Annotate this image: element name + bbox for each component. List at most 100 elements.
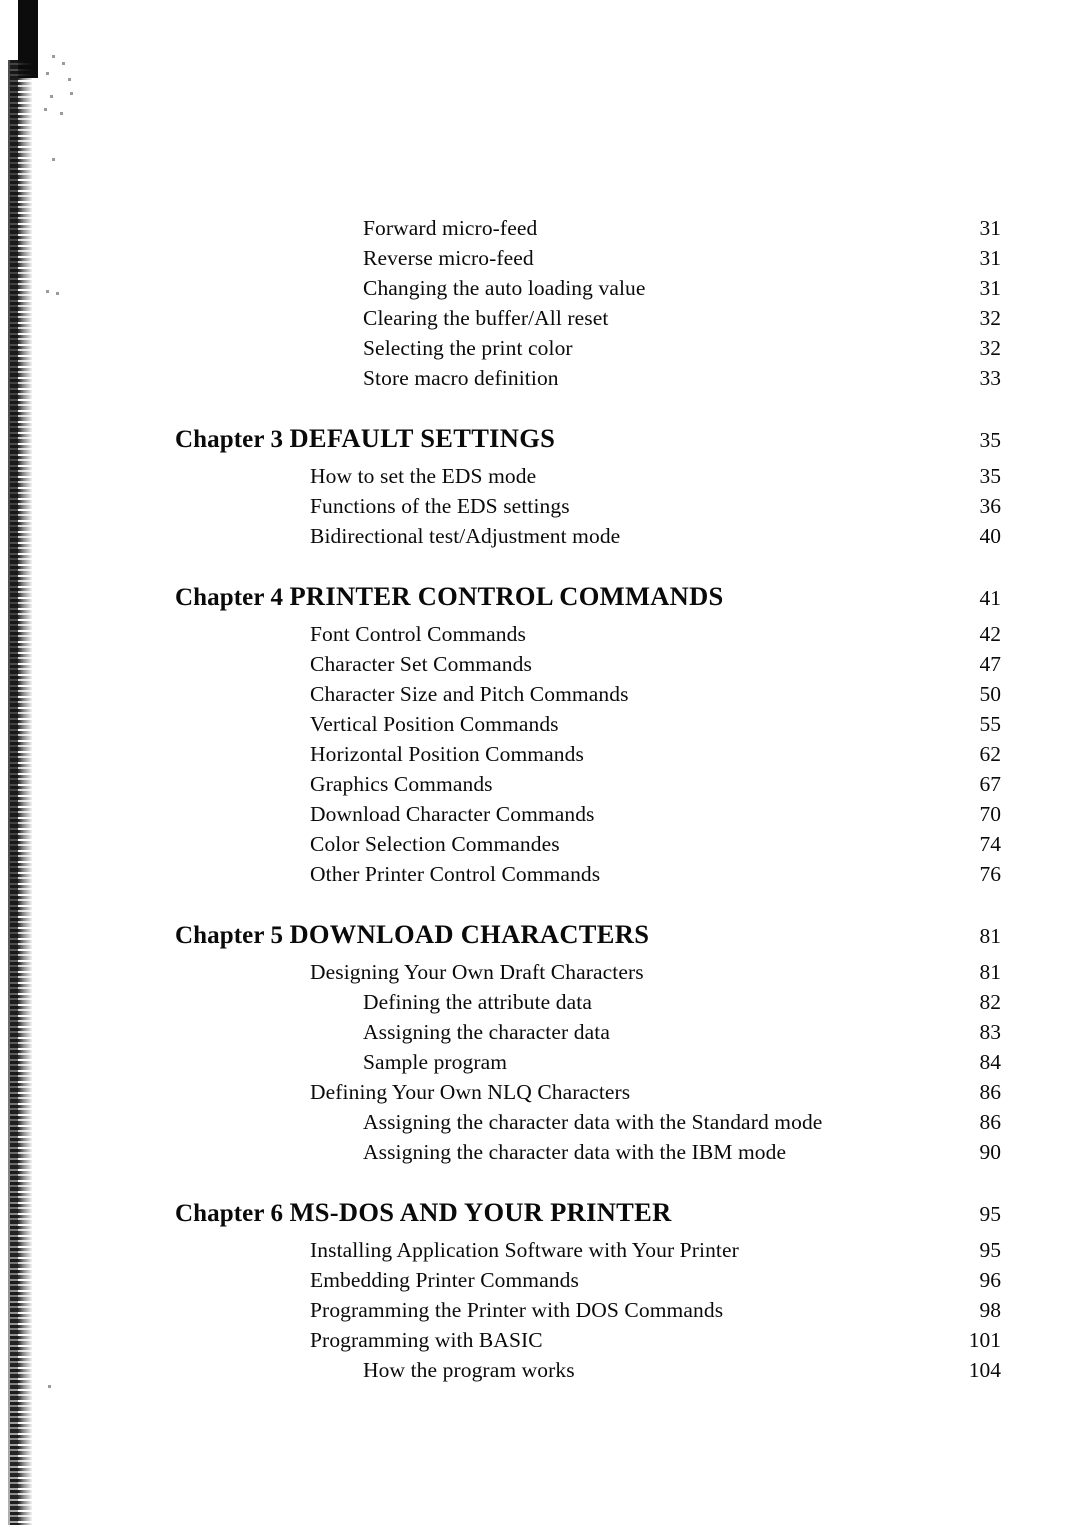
toc-entry-row[interactable]: Programming with BASIC 101 bbox=[175, 1325, 1001, 1355]
toc-page-number: 36 bbox=[979, 494, 1002, 518]
toc-page-number: 81 bbox=[979, 924, 1002, 948]
table-of-contents-list: Forward micro-feed 31 Reverse micro-feed 31… bbox=[175, 213, 1001, 1385]
chapter-title: MS-DOS AND YOUR PRINTER bbox=[289, 1197, 672, 1227]
chapter-number: Chapter 4 bbox=[175, 584, 284, 611]
toc-page-number: 83 bbox=[979, 1020, 1002, 1044]
toc-page-number: 31 bbox=[979, 246, 1002, 270]
toc-page-number: 67 bbox=[979, 772, 1002, 796]
toc-page-number: 81 bbox=[979, 960, 1002, 984]
toc-entry-row[interactable]: Font Control Commands 42 bbox=[175, 619, 1001, 649]
toc-entry-label: Selecting the print color bbox=[363, 336, 573, 360]
toc-page-number: 86 bbox=[979, 1110, 1002, 1134]
toc-page-number: 31 bbox=[979, 276, 1002, 300]
toc-entry-row[interactable]: Character Set Commands 47 bbox=[175, 649, 1001, 679]
toc-entry-row[interactable]: Horizontal Position Commands 62 bbox=[175, 739, 1001, 769]
toc-entry-row[interactable]: Download Character Commands 70 bbox=[175, 799, 1001, 829]
toc-entry-row[interactable]: Character Size and Pitch Commands 50 bbox=[175, 679, 1001, 709]
toc-page-number: 50 bbox=[979, 682, 1002, 706]
toc-page-number: 84 bbox=[979, 1050, 1002, 1074]
toc-entry-row[interactable]: Graphics Commands 67 bbox=[175, 769, 1001, 799]
scan-speck bbox=[46, 290, 49, 293]
scan-speck bbox=[48, 1385, 51, 1388]
toc-chapter-label: Chapter 3 DEFAULT SETTINGS bbox=[175, 417, 961, 461]
toc-page-number: 35 bbox=[979, 428, 1002, 452]
scan-speck bbox=[46, 72, 49, 75]
toc-chapter-label: Chapter 5 DOWNLOAD CHARACTERS bbox=[175, 913, 961, 957]
toc-page-number: 98 bbox=[979, 1298, 1002, 1322]
toc-entry-row[interactable]: Defining the attribute data 82 bbox=[175, 987, 1001, 1017]
scan-speck bbox=[50, 95, 53, 98]
toc-chapter-row[interactable]: Chapter 4 PRINTER CONTROL COMMANDS 41 bbox=[175, 575, 1001, 617]
toc-page-number: 96 bbox=[979, 1268, 1002, 1292]
toc-chapter-row[interactable]: Chapter 6 MS-DOS AND YOUR PRINTER 95 bbox=[175, 1191, 1001, 1233]
toc-entry-label: Installing Application Software with You… bbox=[310, 1238, 739, 1262]
toc-entry-row[interactable]: Assigning the character data with the St… bbox=[175, 1107, 1001, 1137]
toc-entry-row[interactable]: Other Printer Control Commands 76 bbox=[175, 859, 1001, 889]
toc-entry-row[interactable]: Assigning the character data 83 bbox=[175, 1017, 1001, 1047]
toc-entry-row[interactable]: Vertical Position Commands 55 bbox=[175, 709, 1001, 739]
toc-entry-label: Color Selection Commandes bbox=[310, 832, 560, 856]
toc-entry-row[interactable]: Programming the Printer with DOS Command… bbox=[175, 1295, 1001, 1325]
toc-page-number: 62 bbox=[979, 742, 1002, 766]
toc-chapter-row[interactable]: Chapter 3 DEFAULT SETTINGS 35 bbox=[175, 417, 1001, 459]
toc-page-number: 40 bbox=[979, 524, 1002, 548]
toc-entry-label: Download Character Commands bbox=[310, 802, 595, 826]
toc-entry-row[interactable]: Selecting the print color 32 bbox=[175, 333, 1001, 363]
toc-page-number: 32 bbox=[979, 306, 1002, 330]
toc-entry-label: Character Set Commands bbox=[310, 652, 532, 676]
toc-entry-label: Designing Your Own Draft Characters bbox=[310, 960, 644, 984]
toc-entry-label: How to set the EDS mode bbox=[310, 464, 537, 488]
toc-entry-row[interactable]: Changing the auto loading value 31 bbox=[175, 273, 1001, 303]
toc-entry-label: Vertical Position Commands bbox=[310, 712, 559, 736]
toc-page-number: 41 bbox=[979, 586, 1002, 610]
toc-page-number: 82 bbox=[979, 990, 1002, 1014]
toc-chapter-row[interactable]: Chapter 5 DOWNLOAD CHARACTERS 81 bbox=[175, 913, 1001, 955]
toc-page-number: 32 bbox=[979, 336, 1002, 360]
toc-chapter-label: Chapter 6 MS-DOS AND YOUR PRINTER bbox=[175, 1191, 961, 1235]
toc-entry-row[interactable]: Clearing the buffer/All reset 32 bbox=[175, 303, 1001, 333]
toc-entry-label: Defining the attribute data bbox=[363, 990, 592, 1014]
toc-entry-row[interactable]: How the program works 104 bbox=[175, 1355, 1001, 1385]
scan-speck bbox=[60, 112, 63, 115]
toc-page-number: 74 bbox=[979, 832, 1002, 856]
toc-entry-label: Programming with BASIC bbox=[310, 1328, 543, 1352]
scan-speck bbox=[52, 55, 55, 58]
toc-entry-row[interactable]: How to set the EDS mode 35 bbox=[175, 461, 1001, 491]
toc-page-number: 95 bbox=[979, 1238, 1002, 1262]
toc-entry-label: Defining Your Own NLQ Characters bbox=[310, 1080, 631, 1104]
toc-page-number: 47 bbox=[979, 652, 1002, 676]
toc-page-number: 55 bbox=[979, 712, 1002, 736]
binding-edge-core bbox=[8, 60, 18, 1525]
toc-entry-row[interactable]: Functions of the EDS settings 36 bbox=[175, 491, 1001, 521]
toc-entry-row[interactable]: Defining Your Own NLQ Characters 86 bbox=[175, 1077, 1001, 1107]
toc-entry-label: Font Control Commands bbox=[310, 622, 526, 646]
toc-page-number: 76 bbox=[979, 862, 1002, 886]
toc-entry-row[interactable]: Assigning the character data with the IB… bbox=[175, 1137, 1001, 1167]
toc-page-number: 90 bbox=[979, 1140, 1002, 1164]
toc-entry-row[interactable]: Designing Your Own Draft Characters 81 bbox=[175, 957, 1001, 987]
scan-speck bbox=[52, 158, 55, 161]
toc-entry-label: Functions of the EDS settings bbox=[310, 494, 570, 518]
toc-entry-row[interactable]: Installing Application Software with You… bbox=[175, 1235, 1001, 1265]
toc-entry-label: Reverse micro-feed bbox=[363, 246, 534, 270]
toc-entry-row[interactable]: Reverse micro-feed 31 bbox=[175, 243, 1001, 273]
toc-entry-row[interactable]: Bidirectional test/Adjustment mode 40 bbox=[175, 521, 1001, 551]
toc-entry-row[interactable]: Color Selection Commandes 74 bbox=[175, 829, 1001, 859]
chapter-title: PRINTER CONTROL COMMANDS bbox=[289, 581, 724, 611]
scan-speck bbox=[44, 108, 47, 111]
toc-entry-row[interactable]: Store macro definition 33 bbox=[175, 363, 1001, 393]
scan-speck bbox=[70, 92, 73, 95]
chapter-title: DEFAULT SETTINGS bbox=[289, 423, 556, 453]
toc-entry-label: How the program works bbox=[363, 1358, 575, 1382]
toc-entry-label: Assigning the character data with the St… bbox=[363, 1110, 823, 1134]
chapter-number: Chapter 3 bbox=[175, 426, 284, 453]
toc-page-number: 101 bbox=[968, 1328, 1001, 1352]
toc-entry-row[interactable]: Embedding Printer Commands 96 bbox=[175, 1265, 1001, 1295]
toc-page-number: 35 bbox=[979, 464, 1002, 488]
toc-entry-label: Embedding Printer Commands bbox=[310, 1268, 579, 1292]
toc-entry-row[interactable]: Forward micro-feed 31 bbox=[175, 213, 1001, 243]
toc-entry-row[interactable]: Sample program 84 bbox=[175, 1047, 1001, 1077]
toc-page-number: 86 bbox=[979, 1080, 1002, 1104]
toc-page-number: 31 bbox=[979, 216, 1002, 240]
toc-entry-label: Character Size and Pitch Commands bbox=[310, 682, 629, 706]
